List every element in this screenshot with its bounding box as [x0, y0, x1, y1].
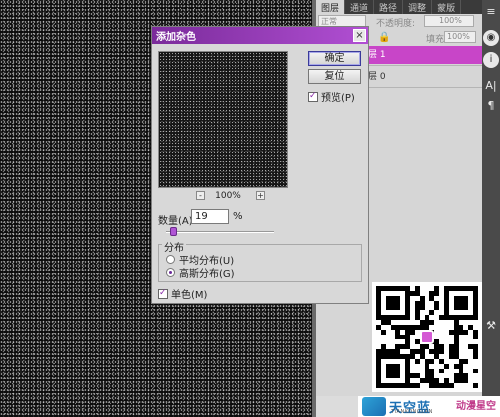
paragraph-icon[interactable]: ¶ [483, 98, 499, 114]
navigator-icon[interactable]: ◉ [483, 30, 499, 46]
uniform-option[interactable]: 平均分布(U) [166, 253, 234, 267]
ok-button[interactable]: 确定 [308, 51, 361, 66]
tab-channels[interactable]: 通道 [345, 0, 375, 14]
gaussian-option[interactable]: 高斯分布(G) [166, 266, 235, 280]
preview-label: 预览(P) [321, 93, 355, 104]
monochrome-checkbox[interactable] [158, 288, 168, 299]
qr-code [372, 282, 482, 392]
tab-paths[interactable]: 路径 [374, 0, 404, 14]
dialog-title: 添加杂色 [156, 32, 196, 43]
character-icon[interactable]: A| [483, 78, 499, 94]
noise-preview[interactable] [158, 51, 288, 188]
logo-brand-en: TIANKONGLAN [391, 409, 433, 415]
zoom-controls: - 100% + [196, 191, 265, 203]
menu-icon[interactable]: ≡ [483, 4, 499, 20]
tab-layers[interactable]: 图层 [316, 0, 346, 14]
preview-toggle[interactable]: 预览(P) [308, 89, 355, 104]
reset-button[interactable]: 复位 [308, 69, 361, 84]
zoom-level: 100% [215, 191, 241, 201]
amount-slider-track[interactable] [166, 231, 274, 233]
fill-field[interactable]: 100% [444, 31, 476, 43]
logo-mark-icon [362, 397, 386, 416]
tab-masks[interactable]: 蒙版 [432, 0, 462, 14]
add-noise-dialog: 添加杂色 × - 100% + 确定 复位 预览(P) 数量(A): 19 % … [151, 26, 369, 304]
info-icon[interactable]: i [483, 52, 499, 68]
preview-checkbox[interactable] [308, 91, 318, 102]
logo-slogan: 动漫星空 [456, 401, 496, 412]
opacity-label: 不透明度: [376, 19, 416, 29]
tab-adjustments[interactable]: 调整 [403, 0, 433, 14]
zoom-out-button[interactable]: - [196, 191, 205, 200]
amount-slider-thumb[interactable] [170, 227, 177, 236]
zoom-in-button[interactable]: + [256, 191, 265, 200]
qr-center-logo [420, 330, 434, 344]
watermark-logo: 天空蓝 TIANKONGLAN 动漫星空 [358, 396, 500, 417]
uniform-radio[interactable] [166, 254, 175, 264]
dialog-titlebar[interactable]: 添加杂色 × [152, 27, 368, 44]
close-icon[interactable]: × [353, 29, 366, 42]
monochrome-label: 单色(M) [171, 290, 208, 301]
panel-tabs: 图层 通道 路径 调整 蒙版 [316, 0, 482, 14]
panel-icon-strip: ≡ ◉ i A| ¶ ⚒ [482, 0, 500, 396]
gaussian-label: 高斯分布(G) [179, 268, 235, 280]
gaussian-radio[interactable] [166, 267, 175, 277]
amount-unit: % [233, 211, 243, 222]
monochrome-toggle[interactable]: 单色(M) [158, 286, 207, 301]
amount-input[interactable]: 19 [191, 209, 229, 224]
lock-icon[interactable]: 🔒 [378, 32, 390, 43]
opacity-field[interactable]: 100% [424, 15, 474, 27]
tool-preset-icon[interactable]: ⚒ [483, 318, 499, 334]
